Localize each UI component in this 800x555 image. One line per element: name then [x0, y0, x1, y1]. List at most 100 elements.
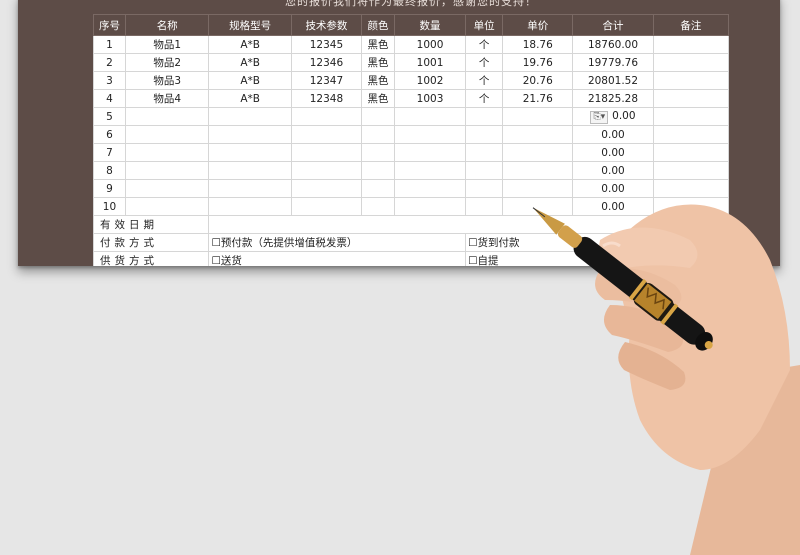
col-header[interactable]: 名称 [124, 14, 210, 36]
item-unit-cell[interactable]: 个 [465, 89, 504, 108]
col-header[interactable]: 单价 [502, 14, 574, 36]
item-name-cell[interactable] [124, 197, 210, 216]
item-color-cell[interactable] [360, 197, 395, 216]
item-spec-cell[interactable] [208, 179, 292, 198]
payment-option-prepay[interactable]: ☐预付款（先提供增值税发票） [208, 233, 467, 252]
row-number-cell[interactable]: 2 [93, 53, 126, 72]
item-qty-cell[interactable]: 1002 [393, 71, 467, 90]
item-color-cell[interactable]: 黑色 [360, 35, 395, 54]
item-price-cell[interactable] [502, 143, 574, 162]
item-price-cell[interactable] [502, 197, 574, 216]
item-total-cell[interactable]: 0.00 [572, 143, 654, 162]
item-qty-cell[interactable] [393, 125, 467, 144]
col-header[interactable]: 单位 [465, 14, 504, 36]
item-param-cell[interactable] [290, 161, 362, 180]
item-unit-cell[interactable]: 个 [465, 71, 504, 90]
item-note-cell[interactable] [652, 197, 730, 216]
item-color-cell[interactable] [360, 107, 395, 126]
item-note-cell[interactable] [652, 125, 730, 144]
item-price-cell[interactable]: 19.76 [502, 53, 574, 72]
item-unit-cell[interactable]: 个 [465, 53, 504, 72]
row-number-cell[interactable]: 4 [93, 89, 126, 108]
item-note-cell[interactable] [652, 89, 730, 108]
item-color-cell[interactable]: 黑色 [360, 53, 395, 72]
item-spec-cell[interactable] [208, 143, 292, 162]
col-header[interactable]: 数量 [393, 14, 467, 36]
row-number-cell[interactable]: 8 [93, 161, 126, 180]
payment-option-other[interactable]: ☐其他 [652, 233, 730, 252]
item-price-cell[interactable] [502, 107, 574, 126]
item-total-cell[interactable]: 0.00 [572, 161, 654, 180]
item-color-cell[interactable] [360, 179, 395, 198]
item-unit-cell[interactable] [465, 179, 504, 198]
item-name-cell[interactable]: 物品3 [124, 71, 210, 90]
item-qty-cell[interactable] [393, 143, 467, 162]
item-qty-cell[interactable] [393, 107, 467, 126]
row-number-cell[interactable]: 7 [93, 143, 126, 162]
item-qty-cell[interactable] [393, 161, 467, 180]
row-number-cell[interactable]: 1 [93, 35, 126, 54]
item-param-cell[interactable]: 12347 [290, 71, 362, 90]
item-price-cell[interactable]: 20.76 [502, 71, 574, 90]
item-unit-cell[interactable] [465, 143, 504, 162]
item-note-cell[interactable] [652, 35, 730, 54]
col-header[interactable]: 序号 [93, 14, 126, 36]
row-number-cell[interactable]: 10 [93, 197, 126, 216]
item-color-cell[interactable] [360, 143, 395, 162]
item-spec-cell[interactable]: A*B [208, 71, 292, 90]
row-number-cell[interactable]: 9 [93, 179, 126, 198]
item-unit-cell[interactable] [465, 125, 504, 144]
item-note-cell[interactable] [652, 179, 730, 198]
item-total-cell[interactable]: 0.00 [572, 125, 654, 144]
item-color-cell[interactable]: 黑色 [360, 71, 395, 90]
item-param-cell[interactable] [290, 197, 362, 216]
item-total-cell[interactable]: 21825.28 [572, 89, 654, 108]
item-qty-cell[interactable] [393, 179, 467, 198]
col-header[interactable]: 技术参数 [290, 14, 362, 36]
item-color-cell[interactable] [360, 161, 395, 180]
item-name-cell[interactable]: 物品2 [124, 53, 210, 72]
item-spec-cell[interactable] [208, 125, 292, 144]
item-name-cell[interactable]: 物品4 [124, 89, 210, 108]
item-param-cell[interactable] [290, 143, 362, 162]
item-param-cell[interactable] [290, 107, 362, 126]
item-unit-cell[interactable] [465, 107, 504, 126]
validity-cell[interactable] [208, 215, 729, 234]
row-number-cell[interactable]: 3 [93, 71, 126, 90]
item-total-cell[interactable]: 0.00 [572, 179, 654, 198]
item-total-cell[interactable]: 0.00 [572, 197, 654, 216]
item-note-cell[interactable] [652, 71, 730, 90]
item-unit-cell[interactable]: 个 [465, 35, 504, 54]
item-name-cell[interactable]: 物品1 [124, 35, 210, 54]
item-qty-cell[interactable] [393, 197, 467, 216]
item-total-cell[interactable]: ⎘▾ 0.00 [572, 107, 654, 126]
item-total-cell[interactable]: 20801.52 [572, 71, 654, 90]
row-number-cell[interactable]: 5 [93, 107, 126, 126]
item-name-cell[interactable] [124, 161, 210, 180]
item-total-cell[interactable]: 19779.76 [572, 53, 654, 72]
item-price-cell[interactable] [502, 179, 574, 198]
item-name-cell[interactable] [124, 125, 210, 144]
item-param-cell[interactable] [290, 179, 362, 198]
item-note-cell[interactable] [652, 161, 730, 180]
item-unit-cell[interactable] [465, 161, 504, 180]
col-header[interactable]: 规格型号 [208, 14, 292, 36]
item-price-cell[interactable]: 21.76 [502, 89, 574, 108]
item-color-cell[interactable] [360, 125, 395, 144]
item-param-cell[interactable]: 12348 [290, 89, 362, 108]
item-note-cell[interactable] [652, 53, 730, 72]
item-price-cell[interactable]: 18.76 [502, 35, 574, 54]
item-note-cell[interactable] [652, 143, 730, 162]
item-spec-cell[interactable] [208, 197, 292, 216]
item-param-cell[interactable] [290, 125, 362, 144]
supply-option-delivery[interactable]: ☐送货 [208, 251, 467, 266]
item-name-cell[interactable] [124, 107, 210, 126]
item-price-cell[interactable] [502, 161, 574, 180]
supply-option-other[interactable]: ☐其他 [652, 251, 730, 266]
item-spec-cell[interactable]: A*B [208, 89, 292, 108]
item-spec-cell[interactable] [208, 107, 292, 126]
item-qty-cell[interactable]: 1000 [393, 35, 467, 54]
col-header[interactable]: 颜色 [360, 14, 395, 36]
item-spec-cell[interactable]: A*B [208, 35, 292, 54]
item-total-cell[interactable]: 18760.00 [572, 35, 654, 54]
